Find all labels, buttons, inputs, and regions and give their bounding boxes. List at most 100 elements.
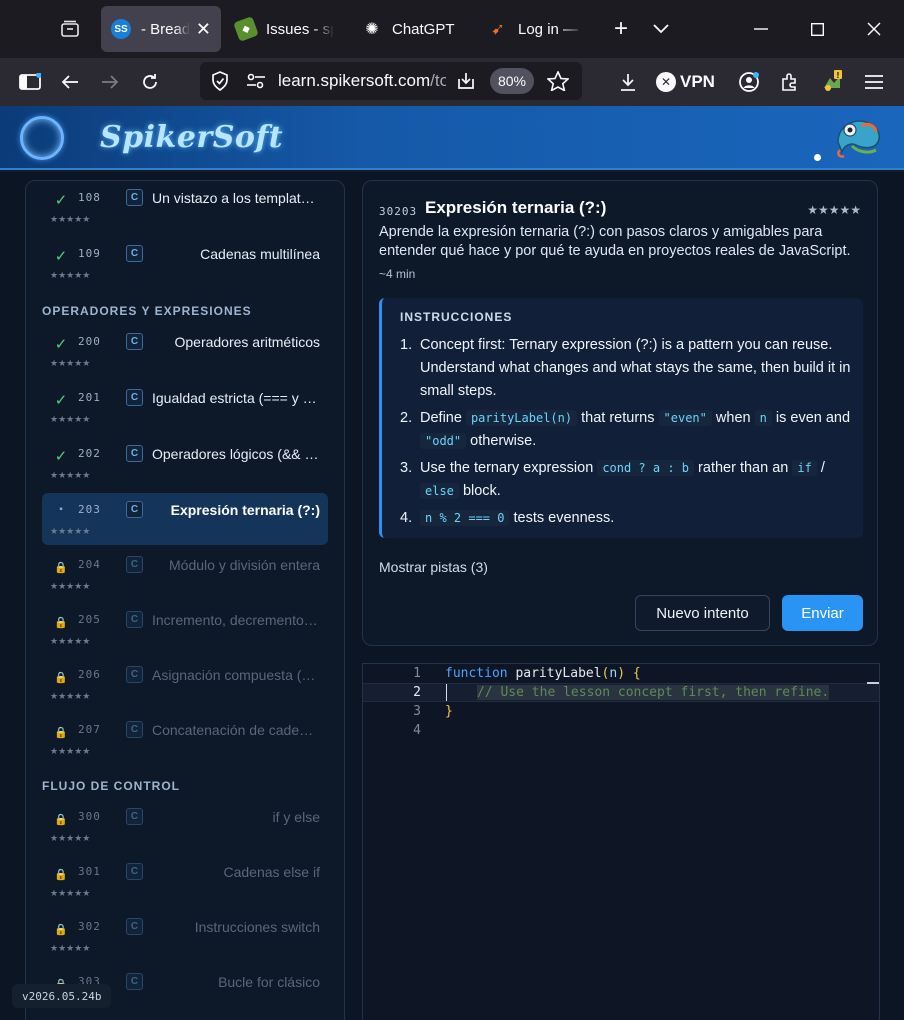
- instruction-step: 4. n % 2 === 0 tests evenness.: [400, 507, 852, 530]
- step-text: is even and: [775, 410, 851, 426]
- url-text[interactable]: learn.spikersoft.com/to: [278, 71, 446, 91]
- code-line-1[interactable]: function parityLabel(n) {: [445, 666, 641, 681]
- line-number: 2: [413, 685, 421, 700]
- tab-label: ChatGPT: [392, 20, 455, 38]
- back-icon[interactable]: [54, 66, 86, 98]
- instruction-step: 2. Define parityLabel(n) that returns "e…: [400, 407, 852, 453]
- close-icon[interactable]: [859, 14, 889, 44]
- sidebar-lesson-301[interactable]: 🔒 301 C Cadenas else if ★★★★★: [42, 855, 328, 907]
- address-bar[interactable]: learn.spikersoft.com/to 80%: [200, 62, 582, 100]
- sidebar-lesson-200[interactable]: ✓ 200 C Operadores aritméticos ★★★★★: [42, 325, 328, 377]
- lesson-number: 202: [78, 447, 101, 460]
- tab-label: Log in — S: [518, 20, 584, 38]
- code-function-name: parityLabel: [507, 666, 602, 681]
- sidebar-lesson-202[interactable]: ✓ 202 C Operadores lógicos (&& || !) ★★★…: [42, 437, 328, 489]
- sidebar-lesson-300[interactable]: 🔒 300 C if y else ★★★★★: [42, 800, 328, 852]
- code-snippet: parityLabel(n): [465, 410, 578, 426]
- editor-scroll-indicator[interactable]: [867, 682, 879, 684]
- lesson-description: Aprende la expresión ternaria (?:) con p…: [379, 224, 851, 259]
- lesson-type-badge: C: [126, 189, 143, 206]
- show-hints-toggle[interactable]: Mostrar pistas (3): [379, 559, 488, 575]
- chameleon-mascot-icon: [832, 112, 886, 162]
- sidebar-lesson-109[interactable]: ✓ 109 C Cadenas multilínea ★★★★★: [42, 237, 328, 289]
- tab-list-icon[interactable]: [53, 12, 87, 46]
- minimize-icon[interactable]: [746, 14, 776, 44]
- menu-icon[interactable]: [858, 66, 890, 98]
- instructions-box: INSTRUCCIONES 1. Concept first: Ternary …: [379, 298, 863, 538]
- code-editor[interactable]: 1 2 3 4 function parityLabel(n) { // Use…: [362, 663, 880, 1020]
- notice-icon[interactable]: !: [816, 66, 848, 98]
- zoom-level-button[interactable]: 80%: [490, 68, 534, 94]
- instruction-step: 1. Concept first: Ternary expression (?:…: [400, 334, 852, 403]
- lesson-number: 205: [78, 613, 101, 626]
- brand-logo[interactable]: SpikerSoft: [100, 120, 283, 155]
- code-line-3[interactable]: }: [445, 704, 453, 719]
- forward-icon[interactable]: [94, 66, 126, 98]
- tab-breadtube[interactable]: SS - Breadt ✕: [101, 6, 221, 52]
- sidebar-lesson-206[interactable]: 🔒 206 C Asignación compuesta (+=, -=) ★★…: [42, 658, 328, 710]
- extensions-icon[interactable]: [774, 66, 806, 98]
- svg-text:!: !: [836, 71, 840, 80]
- lesson-stars: ★★★★★: [50, 943, 91, 953]
- lesson-title: Concatenación de cadenas: [152, 722, 320, 738]
- spikersoft-favicon-icon: SS: [111, 19, 131, 39]
- sidebar-lesson-204[interactable]: 🔒 204 C Módulo y división entera ★★★★★: [42, 548, 328, 600]
- lesson-sidebar[interactable]: ✓ 108 C Un vistazo a los templates liter…: [25, 180, 345, 1020]
- code-snippet: n % 2 === 0: [420, 510, 510, 526]
- lesson-stars: ★★★★★: [50, 691, 91, 701]
- download-icon[interactable]: [612, 66, 644, 98]
- new-tab-icon[interactable]: +: [606, 14, 636, 44]
- lesson-type-badge: C: [126, 501, 143, 518]
- sidebar-lesson-203[interactable]: ▪ 203 C Expresión ternaria (?:) ★★★★★: [42, 493, 328, 545]
- tab-label: - Breadt: [141, 20, 190, 38]
- code-line-2[interactable]: // Use the lesson concept first, then re…: [477, 685, 830, 700]
- lesson-id: 30203: [379, 205, 418, 218]
- code-snippet: cond ? a : b: [597, 460, 695, 476]
- lesson-type-badge: C: [126, 666, 143, 683]
- lesson-number: 108: [78, 191, 101, 204]
- lesson-number: 207: [78, 723, 101, 736]
- close-tab-icon[interactable]: ✕: [196, 19, 211, 40]
- maximize-icon[interactable]: [802, 14, 832, 44]
- account-icon[interactable]: [733, 66, 765, 98]
- submit-button[interactable]: Enviar: [782, 595, 863, 631]
- sidebar-lesson-207[interactable]: 🔒 207 C Concatenación de cadenas ★★★★★: [42, 713, 328, 765]
- code-snippet: n: [754, 410, 772, 426]
- tab-issues[interactable]: ◆ Issues - spi: [226, 6, 344, 52]
- code-snippet: "even": [658, 410, 712, 426]
- lesson-title: if y else: [272, 809, 320, 825]
- tab-chatgpt[interactable]: ✺ ChatGPT: [352, 6, 470, 52]
- lesson-title: Incremento, decremento y más: [152, 612, 320, 628]
- step-text: Define: [420, 410, 462, 426]
- lesson-stars: ★★★★★: [50, 636, 91, 646]
- tab-login[interactable]: ➹ Log in — S: [478, 6, 594, 52]
- reload-icon[interactable]: [134, 66, 166, 98]
- lesson-duration: ~4 min: [379, 267, 416, 281]
- sidebar-lesson-302[interactable]: 🔒 302 C Instrucciones switch ★★★★★: [42, 910, 328, 962]
- sidebar-lesson-205[interactable]: 🔒 205 C Incremento, decremento y más ★★★…: [42, 603, 328, 655]
- save-page-icon[interactable]: [450, 65, 482, 97]
- lesson-type-badge: C: [126, 333, 143, 350]
- lesson-number: 203: [78, 503, 101, 516]
- sidebar-lesson-201[interactable]: ✓ 201 C Igualdad estricta (=== y !==) ★★…: [42, 381, 328, 433]
- permissions-icon[interactable]: [240, 65, 272, 97]
- sidebar-lesson-108[interactable]: ✓ 108 C Un vistazo a los templates liter…: [42, 181, 328, 233]
- step-text: Concept first: Ternary expression (?:) i…: [420, 337, 851, 399]
- lock-icon: 🔒: [54, 727, 68, 739]
- sidebar-icon[interactable]: [14, 66, 46, 98]
- check-icon: ✓: [54, 336, 68, 353]
- vpn-button[interactable]: ✕ VPN: [656, 68, 715, 96]
- lesson-title: Módulo y división entera: [169, 557, 320, 573]
- check-icon: ✓: [54, 192, 68, 209]
- lesson-title: Asignación compuesta (+=, -=): [152, 667, 320, 683]
- logo-ring-icon[interactable]: [20, 116, 64, 160]
- issues-favicon-icon: ◆: [233, 16, 259, 42]
- tab-label: Issues - spi: [266, 20, 334, 38]
- vpn-icon: ✕: [656, 72, 676, 92]
- bookmark-star-icon[interactable]: [542, 65, 574, 97]
- shield-icon[interactable]: [204, 65, 236, 97]
- step-text: /: [820, 460, 825, 476]
- chevron-down-icon[interactable]: [646, 14, 676, 44]
- retry-button[interactable]: Nuevo intento: [635, 595, 770, 631]
